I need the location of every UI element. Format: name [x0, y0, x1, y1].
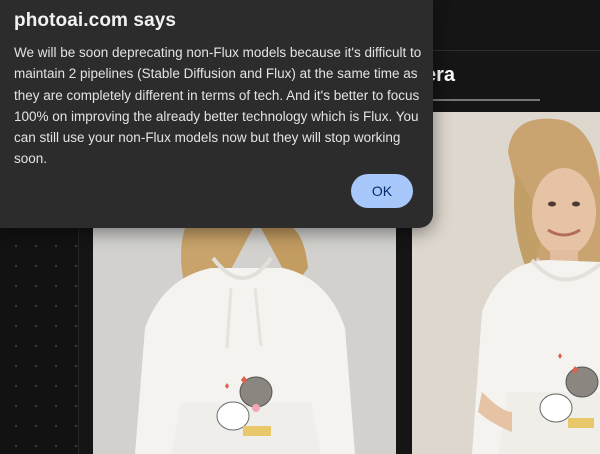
product-photo-2[interactable] — [412, 112, 600, 454]
product-photo-1[interactable] — [93, 228, 396, 454]
alert-dialog: photoai.com says We will be soon depreca… — [0, 0, 433, 228]
dialog-message: We will be soon deprecating non-Flux mod… — [14, 45, 422, 167]
tab-underline — [420, 99, 540, 101]
column-divider — [78, 210, 79, 454]
hoodie-model-portrait-image — [412, 112, 600, 454]
hoodie-model-image — [93, 228, 396, 454]
ok-button[interactable]: OK — [351, 174, 413, 208]
header-divider — [432, 50, 600, 51]
dot-grid-panel — [0, 210, 78, 454]
dialog-title: photoai.com says — [14, 10, 177, 31]
